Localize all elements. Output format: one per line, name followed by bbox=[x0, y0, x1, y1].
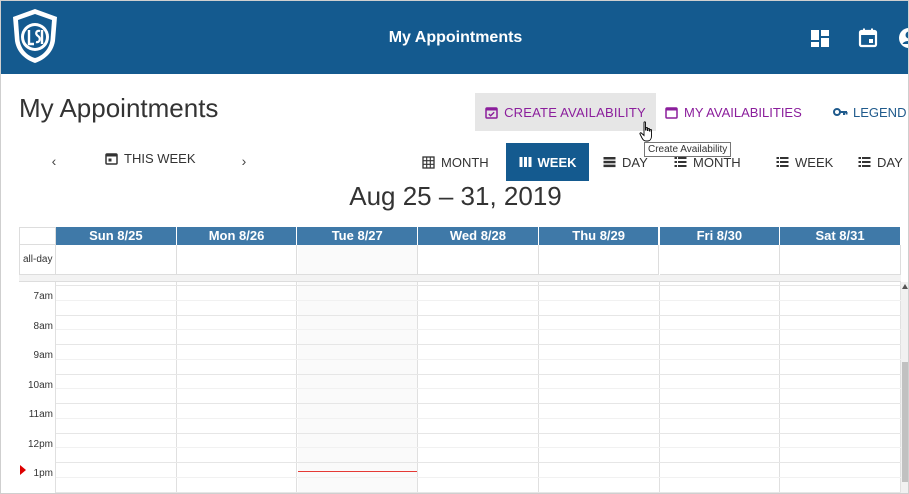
create-availability-label: CREATE AVAILABILITY bbox=[504, 104, 646, 120]
all-day-cell[interactable] bbox=[659, 245, 781, 275]
all-day-cell[interactable] bbox=[297, 245, 419, 275]
all-day-cell[interactable] bbox=[780, 245, 901, 275]
time-slot-line bbox=[56, 314, 901, 316]
all-day-cell[interactable] bbox=[538, 245, 660, 275]
list-week-button[interactable]: WEEK bbox=[776, 143, 833, 181]
day-header-5: Fri 8/30 bbox=[659, 227, 781, 245]
time-slot-line bbox=[56, 285, 901, 286]
scroll-up-arrow-icon[interactable] bbox=[902, 284, 908, 289]
time-slot-line bbox=[56, 447, 901, 449]
calendar-scrollbar[interactable] bbox=[901, 282, 908, 493]
grid-icon bbox=[422, 155, 435, 169]
time-slot-line bbox=[56, 329, 901, 331]
time-slot-line bbox=[56, 403, 901, 404]
all-day-label: all-day bbox=[19, 245, 56, 275]
dashboard-icon[interactable] bbox=[809, 27, 831, 49]
day-header-3: Wed 8/28 bbox=[418, 227, 539, 245]
calendar-icon[interactable] bbox=[857, 27, 879, 49]
time-slot-line bbox=[56, 417, 901, 419]
scrollbar-thumb[interactable] bbox=[902, 362, 908, 482]
calendar-icon bbox=[665, 106, 678, 119]
time-slot-line bbox=[56, 491, 901, 493]
all-day-divider bbox=[19, 275, 901, 282]
day-header-1: Mon 8/26 bbox=[176, 227, 298, 245]
create-availability-button[interactable]: CREATE AVAILABILITY bbox=[475, 93, 656, 131]
account-icon[interactable] bbox=[898, 27, 909, 49]
key-icon bbox=[833, 108, 848, 116]
list-icon bbox=[776, 157, 789, 167]
view-week-button[interactable]: WEEK bbox=[506, 143, 589, 181]
lsi-logo-icon[interactable] bbox=[9, 7, 61, 65]
time-slot-line bbox=[56, 358, 901, 360]
day-icon bbox=[603, 157, 616, 168]
time-slot-line bbox=[56, 344, 901, 345]
view-day-button[interactable]: DAY bbox=[603, 143, 648, 181]
grid-corner bbox=[19, 227, 56, 245]
list-icon bbox=[674, 157, 687, 167]
day-header-2: Tue 8/27 bbox=[297, 227, 419, 245]
all-day-cell[interactable] bbox=[56, 245, 177, 275]
columns-icon bbox=[519, 157, 531, 167]
legend-button[interactable]: LEGEND bbox=[833, 93, 906, 131]
view-month-button[interactable]: MONTH bbox=[422, 143, 489, 181]
time-label: 7am bbox=[33, 291, 53, 302]
current-time-indicator bbox=[298, 471, 418, 472]
date-range-title: Aug 25 – 31, 2019 bbox=[349, 181, 562, 211]
time-label: 8am bbox=[33, 320, 53, 332]
previous-week-button[interactable]: ‹ bbox=[44, 149, 64, 173]
top-app-bar: My Appointments bbox=[1, 1, 909, 74]
time-slot-line bbox=[56, 299, 901, 301]
time-label: 12pm bbox=[27, 438, 53, 450]
page-title: My Appointments bbox=[19, 93, 219, 123]
time-slot-line bbox=[56, 432, 901, 434]
day-header-6: Sat 8/31 bbox=[780, 227, 901, 245]
next-week-button[interactable]: › bbox=[234, 149, 254, 173]
time-label: 1pm bbox=[33, 468, 53, 479]
app-title: My Appointments bbox=[388, 29, 523, 46]
week-calendar-grid: all-day Sun 8/25 Mon 8/26 Tue 8/27 Wed 8/28… bbox=[19, 227, 908, 493]
today-column-highlight bbox=[298, 245, 418, 493]
list-day-label: DAY bbox=[877, 154, 903, 170]
list-icon bbox=[858, 157, 871, 167]
view-week-label: WEEK bbox=[537, 154, 577, 170]
list-month-label: MONTH bbox=[693, 154, 741, 170]
legend-label: LEGEND bbox=[853, 104, 907, 120]
time-slot-line bbox=[56, 462, 901, 463]
time-slot-line bbox=[56, 388, 901, 390]
view-month-label: MONTH bbox=[441, 154, 489, 170]
calendar-today-icon bbox=[105, 153, 118, 165]
this-week-button[interactable]: THIS WEEK bbox=[105, 151, 196, 166]
all-day-cell[interactable] bbox=[418, 245, 539, 275]
view-day-label: DAY bbox=[622, 154, 648, 170]
list-week-label: WEEK bbox=[795, 154, 834, 170]
time-label: 10am bbox=[27, 379, 53, 391]
day-header-0: Sun 8/25 bbox=[56, 227, 177, 245]
list-month-button[interactable]: MONTH bbox=[674, 143, 741, 181]
time-label: 9am bbox=[33, 350, 53, 361]
app-window: My Appointments My Appointments CREATE A… bbox=[0, 0, 909, 494]
list-day-button[interactable]: DAY bbox=[858, 143, 903, 181]
time-label: 11am bbox=[28, 409, 53, 420]
time-slot-line bbox=[56, 476, 901, 478]
my-availabilities-button[interactable]: MY AVAILABILITIES bbox=[665, 93, 802, 131]
all-day-cell[interactable] bbox=[176, 245, 298, 275]
hand-cursor-icon bbox=[639, 121, 652, 142]
time-slot-line bbox=[56, 373, 901, 375]
my-availabilities-label: MY AVAILABILITIES bbox=[684, 104, 802, 120]
this-week-label: THIS WEEK bbox=[124, 151, 196, 166]
day-header-4: Thu 8/29 bbox=[538, 227, 660, 245]
calendar-check-icon bbox=[485, 106, 498, 119]
